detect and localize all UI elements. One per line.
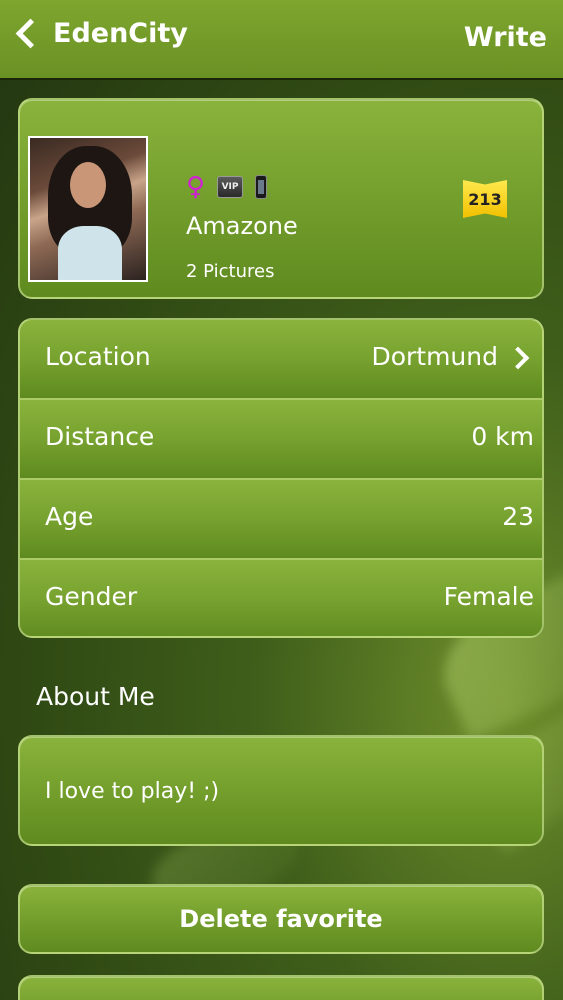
about-me-card: I love to play! ;) bbox=[18, 735, 544, 846]
vip-icon: VIP bbox=[217, 176, 244, 198]
delete-favorite-label: Delete favorite bbox=[179, 905, 383, 933]
profile-name: Amazone bbox=[186, 212, 298, 240]
secondary-action-button[interactable] bbox=[18, 975, 544, 1000]
location-row[interactable]: Location Dortmund bbox=[20, 320, 542, 400]
navigation-bar: EdenCity Write bbox=[0, 0, 563, 80]
row-value: Dortmund bbox=[371, 342, 498, 371]
avatar-face bbox=[70, 162, 106, 208]
back-button[interactable]: EdenCity bbox=[12, 18, 188, 49]
about-me-heading: About Me bbox=[36, 682, 155, 711]
female-icon: ♀ bbox=[186, 172, 206, 202]
profile-info-table: Location Dortmund Distance 0 km Age 23 G… bbox=[18, 318, 544, 638]
row-value: 0 km bbox=[471, 422, 534, 451]
row-label: Gender bbox=[45, 582, 138, 611]
profile-badges: ♀ VIP bbox=[186, 172, 268, 202]
rank-badge: 213 bbox=[463, 180, 507, 218]
avatar[interactable] bbox=[28, 136, 148, 282]
pictures-link[interactable]: 2 Pictures bbox=[186, 261, 274, 282]
nav-title: EdenCity bbox=[53, 18, 188, 49]
avatar-clothing bbox=[58, 226, 122, 280]
chevron-right-icon bbox=[506, 346, 530, 370]
row-value: Female bbox=[443, 582, 534, 611]
mobile-phone-icon bbox=[255, 175, 268, 199]
row-value: 23 bbox=[502, 502, 534, 531]
gender-row: Gender Female bbox=[20, 560, 542, 636]
distance-row: Distance 0 km bbox=[20, 400, 542, 480]
chevron-left-icon bbox=[15, 18, 46, 49]
profile-card: ♀ VIP Amazone 2 Pictures 213 bbox=[18, 98, 544, 299]
row-label: Distance bbox=[45, 422, 155, 451]
age-row: Age 23 bbox=[20, 480, 542, 560]
delete-favorite-button[interactable]: Delete favorite bbox=[18, 884, 544, 954]
row-label: Age bbox=[45, 502, 94, 531]
row-label: Location bbox=[45, 342, 151, 371]
about-me-text: I love to play! ;) bbox=[45, 779, 220, 804]
write-button[interactable]: Write bbox=[464, 22, 547, 53]
